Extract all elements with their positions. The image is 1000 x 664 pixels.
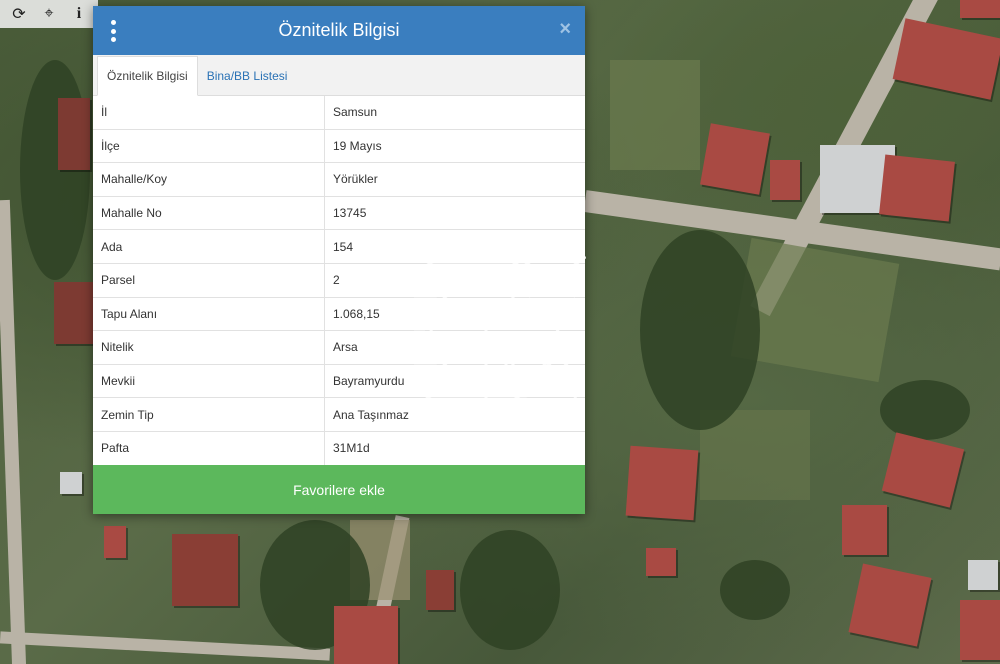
- close-icon[interactable]: ×: [559, 18, 571, 41]
- info-icon[interactable]: i: [64, 0, 94, 28]
- map-tree: [20, 60, 90, 280]
- map-building: [700, 123, 770, 195]
- attribute-key: Nitelik: [93, 330, 325, 365]
- map-building: [960, 0, 1000, 18]
- map-road: [0, 199, 27, 664]
- attribute-table: İl Samsun İlçe 19 Mayıs Mahalle/Koy Yörükle…: [93, 96, 585, 466]
- attribute-value: Arsa: [324, 330, 585, 365]
- map-building: [104, 526, 126, 558]
- attribute-value: 31M1d: [324, 431, 585, 466]
- map-tree: [720, 560, 790, 620]
- attribute-dialog: Öznitelik Bilgisi × Öznitelik Bilgisi Bi…: [93, 6, 585, 514]
- map-building: [960, 600, 1000, 660]
- attribute-value: Ana Taşınmaz: [324, 397, 585, 432]
- table-row: Nitelik Arsa: [93, 330, 585, 365]
- map-building: [646, 548, 676, 576]
- map-toolbar: ⟳ ⌖ i: [0, 0, 98, 28]
- attribute-value: Yörükler: [324, 162, 585, 197]
- map-building: [172, 534, 238, 606]
- map-building: [60, 472, 82, 494]
- map-building: [58, 98, 90, 170]
- map-building: [881, 432, 965, 508]
- table-row: Tapu Alanı 1.068,15: [93, 297, 585, 332]
- attribute-key: İl: [93, 96, 325, 130]
- attribute-key: Mahalle/Koy: [93, 162, 325, 197]
- map-building: [968, 560, 998, 590]
- attribute-key: Ada: [93, 229, 325, 264]
- table-row: Parsel 2: [93, 263, 585, 298]
- table-row: Mahalle No 13745: [93, 196, 585, 231]
- table-row: İlçe 19 Mayıs: [93, 129, 585, 164]
- attribute-key: Mevkii: [93, 364, 325, 399]
- map-tree: [640, 230, 760, 430]
- map-building: [334, 606, 398, 664]
- attribute-key: Mahalle No: [93, 196, 325, 231]
- dialog-header: Öznitelik Bilgisi ×: [93, 6, 585, 55]
- map-building: [879, 154, 955, 222]
- refresh-icon[interactable]: ⟳: [4, 0, 34, 28]
- map-field: [610, 60, 700, 170]
- table-row: Mevkii Bayramyurdu: [93, 364, 585, 399]
- table-row: Ada 154: [93, 229, 585, 264]
- map-building: [426, 570, 454, 610]
- tab-attribute-info[interactable]: Öznitelik Bilgisi: [97, 56, 198, 96]
- attribute-key: Tapu Alanı: [93, 297, 325, 332]
- attribute-value: 154: [324, 229, 585, 264]
- add-to-favorites-button[interactable]: Favorilere ekle: [93, 465, 585, 514]
- attribute-key: Pafta: [93, 431, 325, 466]
- table-row: Pafta 31M1d: [93, 431, 585, 466]
- attribute-value: 19 Mayıs: [324, 129, 585, 164]
- map-tree: [460, 530, 560, 650]
- attribute-value: 13745: [324, 196, 585, 231]
- attribute-key: Zemin Tip: [93, 397, 325, 432]
- tab-building-list[interactable]: Bina/BB Listesi: [198, 57, 297, 95]
- attribute-value: Bayramyurdu: [324, 364, 585, 399]
- attribute-value: Samsun: [324, 96, 585, 130]
- attribute-value: 1.068,15: [324, 297, 585, 332]
- map-building: [842, 505, 887, 555]
- table-row: Zemin Tip Ana Taşınmaz: [93, 397, 585, 432]
- dialog-title: Öznitelik Bilgisi: [278, 20, 400, 40]
- map-building: [54, 282, 94, 344]
- dialog-tabs: Öznitelik Bilgisi Bina/BB Listesi: [93, 55, 585, 96]
- table-row: Mahalle/Koy Yörükler: [93, 162, 585, 197]
- attribute-value: 2: [324, 263, 585, 298]
- map-building: [770, 160, 800, 200]
- map-tree: [880, 380, 970, 440]
- map-building: [848, 563, 932, 647]
- locate-icon[interactable]: ⌖: [34, 0, 64, 28]
- attribute-key: Parsel: [93, 263, 325, 298]
- attribute-key: İlçe: [93, 129, 325, 164]
- menu-dots-icon[interactable]: [109, 20, 117, 42]
- table-row: İl Samsun: [93, 96, 585, 130]
- map-building: [625, 445, 699, 521]
- map-building: [892, 18, 1000, 100]
